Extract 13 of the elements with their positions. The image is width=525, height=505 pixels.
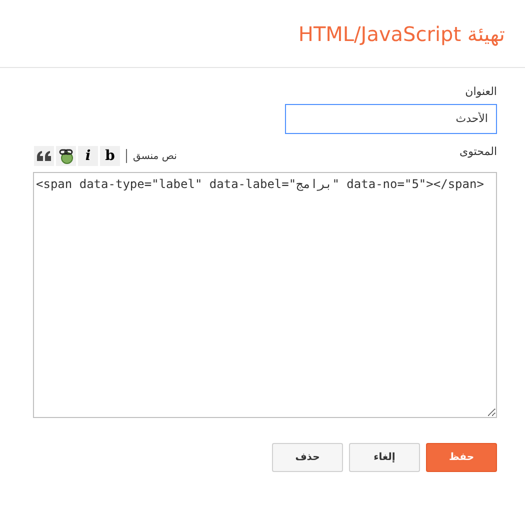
dialog-button[interactable]: إلغاء [349, 443, 420, 472]
dialog-title: تهيئة HTML/JavaScript [298, 20, 505, 48]
link-button[interactable] [56, 146, 76, 166]
field-label: المحتوى [460, 144, 497, 160]
globe-link-icon [58, 148, 74, 164]
field-label: العنوان [464, 84, 497, 100]
quote-icon [37, 151, 51, 161]
quote-button[interactable] [34, 146, 54, 166]
bold-button[interactable]: b [100, 146, 120, 166]
italic-button[interactable]: i [78, 146, 98, 166]
rich-text-link[interactable]: نص منسق [133, 148, 177, 164]
content-textarea[interactable]: <span data-type="label" data-label="برامج" data-no="5"></span> [33, 172, 497, 418]
dialog-button[interactable]: حذف [272, 443, 343, 472]
